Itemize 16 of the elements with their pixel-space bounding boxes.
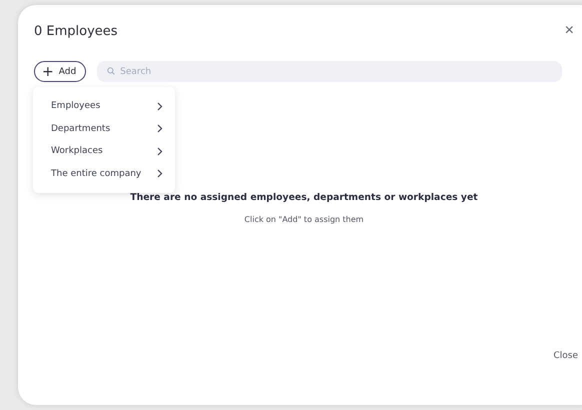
add-button[interactable]: + Add	[34, 61, 86, 82]
close-button[interactable]: ×	[564, 23, 574, 39]
menu-item[interactable]: Employees	[33, 95, 175, 118]
chevron-right-icon	[157, 169, 163, 178]
chevron-right-icon	[157, 124, 163, 134]
chevron-right-icon	[157, 146, 163, 156]
search-icon	[107, 67, 116, 75]
chevron-right-icon	[157, 102, 163, 111]
menu-item[interactable]: The entire company	[33, 162, 175, 185]
empty-state-heading: There are no assigned employees, departments or workplaces yet	[130, 192, 478, 203]
dialog-title: 0 Employees	[34, 24, 118, 38]
menu-item[interactable]: Workplaces	[33, 140, 175, 162]
menu-item[interactable]: Departments	[33, 118, 175, 140]
empty-state-hint: Click on "Add" to assign them	[244, 215, 364, 224]
close-button[interactable]: Close	[553, 351, 578, 361]
search-field[interactable]: Search	[97, 61, 562, 82]
